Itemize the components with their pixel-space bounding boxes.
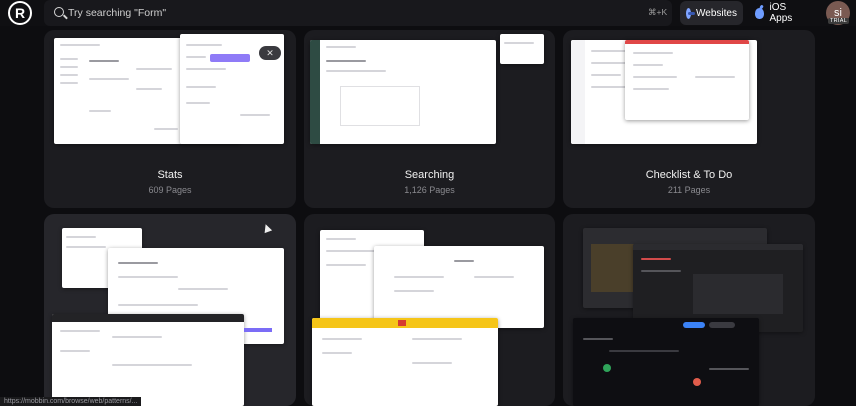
platform-tab-label: Websites <box>696 7 737 19</box>
category-page-count: 1,126 Pages <box>404 185 455 195</box>
category-card[interactable] <box>563 214 815 406</box>
close-icon[interactable]: ✕ <box>259 46 281 60</box>
preview-screenshot <box>312 318 498 406</box>
logo-icon[interactable]: R <box>8 1 32 25</box>
preview-screenshot <box>500 34 544 64</box>
globe-icon <box>686 7 696 19</box>
category-card[interactable] <box>304 214 555 406</box>
category-title: Searching <box>404 169 455 181</box>
preview-screenshot <box>52 314 244 406</box>
top-bar: R ⌘+K Websites iOS Apps si TRIAL <box>0 0 856 26</box>
platform-tab-websites[interactable]: Websites <box>680 1 743 25</box>
apple-icon <box>755 7 765 19</box>
plan-badge: TRIAL <box>828 18 850 24</box>
preview-screenshot <box>310 40 496 144</box>
search-input[interactable] <box>68 4 628 22</box>
category-card-searching[interactable]: Searching 1,126 Pages <box>304 30 555 208</box>
category-card-checklist-todo[interactable]: Checklist & To Do 211 Pages <box>563 30 815 208</box>
preview-screenshot <box>374 246 544 328</box>
category-page-count: 211 Pages <box>667 185 711 195</box>
search-icon <box>54 7 64 17</box>
category-card-stats[interactable]: Stats 609 Pages <box>44 30 296 208</box>
category-card[interactable] <box>44 214 296 406</box>
category-page-count: 609 Pages <box>148 185 192 195</box>
category-title: Stats <box>157 169 183 181</box>
platform-tab-label: iOS Apps <box>769 2 793 24</box>
category-title: Checklist & To Do <box>645 169 733 181</box>
preview-screenshot <box>573 318 759 406</box>
platform-tab-ios-apps[interactable]: iOS Apps <box>749 1 815 25</box>
preview-screenshot <box>625 40 749 120</box>
keyboard-shortcut: ⌘+K <box>648 7 668 17</box>
search-bar[interactable]: ⌘+K <box>44 0 672 26</box>
status-bar-url: https://mobbin.com/browse/web/patterns/.… <box>0 397 142 406</box>
